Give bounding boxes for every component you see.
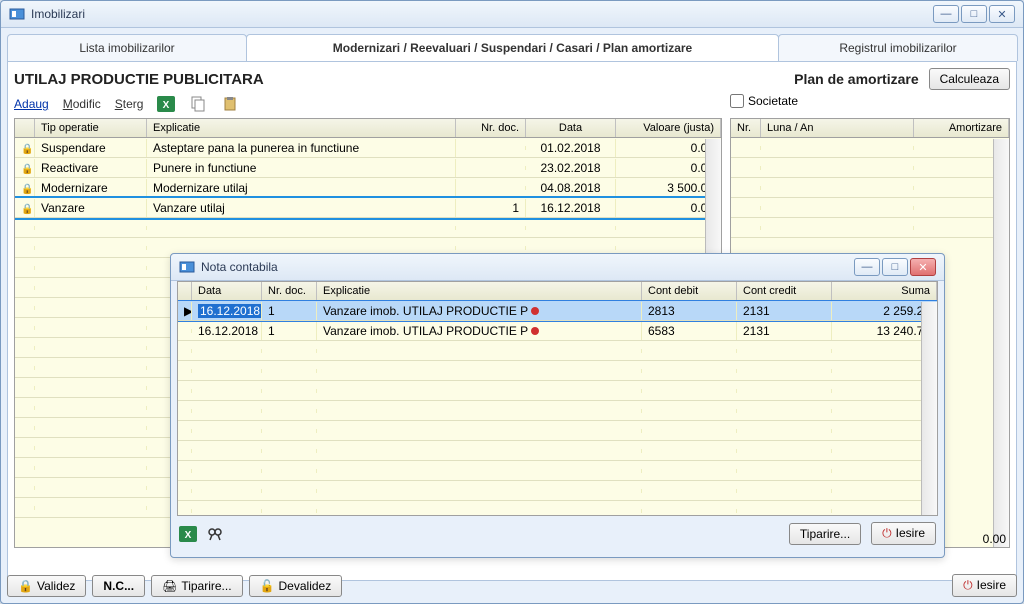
page-title: UTILAJ PRODUCTIE PUBLICITARA <box>14 71 264 88</box>
lock-icon: 🔒 <box>21 164 33 175</box>
app-icon <box>9 6 25 22</box>
status-don <box>531 307 539 315</box>
sterg-link[interactable]: Sterg <box>115 97 144 111</box>
iesire-button[interactable]: ⏻Iesire <box>952 574 1017 597</box>
excel-icon[interactable]: X <box>157 96 175 112</box>
modal-titlebar[interactable]: Nota contabila — □ ✕ <box>171 254 944 281</box>
modal-tiparire-button[interactable]: Tiparire... <box>789 523 861 545</box>
tab-modernizari[interactable]: Modernizari / Reevaluari / Suspendari / … <box>246 34 779 61</box>
copy-icon[interactable] <box>189 96 207 112</box>
table-row[interactable]: 🔒VanzareVanzare utilaj116.12.20180.00 <box>15 198 721 218</box>
modific-link[interactable]: Modific <box>63 97 101 111</box>
table-row[interactable] <box>178 441 937 461</box>
lock-icon: 🔒 <box>21 144 33 155</box>
printer-icon: 🖨 <box>162 579 177 593</box>
table-row[interactable] <box>15 218 721 238</box>
col-nrdoc[interactable]: Nr. doc. <box>456 119 526 137</box>
table-row[interactable] <box>178 381 937 401</box>
app-icon <box>179 259 195 275</box>
maximize-button[interactable]: □ <box>961 5 987 23</box>
col-explicatie[interactable]: Explicatie <box>147 119 456 137</box>
table-row[interactable]: 🔒SuspendareAsteptare pana la punerea in … <box>15 138 721 158</box>
modal-maximize-button[interactable]: □ <box>882 258 908 276</box>
minimize-button[interactable]: — <box>933 5 959 23</box>
table-row[interactable]: 16.12.20181Vanzare imob. UTILAJ PRODUCTI… <box>178 321 937 341</box>
col-amort[interactable]: Amortizare <box>914 119 1009 137</box>
devalidez-button[interactable]: 🔓Devalidez <box>249 575 343 597</box>
plan-heading: Plan de amortizare <box>794 71 919 87</box>
tab-registru[interactable]: Registrul imobilizarilor <box>778 34 1018 61</box>
modal-close-button[interactable]: ✕ <box>910 258 936 276</box>
col-data[interactable]: Data <box>526 119 616 137</box>
col-cont-credit[interactable]: Cont credit <box>737 282 832 300</box>
scrollbar[interactable] <box>921 302 937 515</box>
power-icon: ⏻ <box>882 526 892 540</box>
col-cont-debit[interactable]: Cont debit <box>642 282 737 300</box>
table-row[interactable]: ▶16.12.20181Vanzare imob. UTILAJ PRODUCT… <box>178 301 937 321</box>
calculeaza-button[interactable]: Calculeaza <box>929 68 1010 90</box>
tab-lista[interactable]: Lista imobilizarilor <box>7 34 247 61</box>
table-row[interactable] <box>178 501 937 516</box>
main-title: Imobilizari <box>31 7 933 21</box>
col-tip[interactable]: Tip operatie <box>35 119 147 137</box>
nota-grid[interactable]: Data Nr. doc. Explicatie Cont debit Cont… <box>177 281 938 516</box>
lock-icon: 🔒 <box>18 579 33 593</box>
adaug-link[interactable]: Adaug <box>14 97 49 111</box>
tiparire-button[interactable]: 🖨Tiparire... <box>151 575 242 597</box>
table-row[interactable] <box>178 361 937 381</box>
find-icon[interactable] <box>207 526 223 542</box>
col-nrdoc[interactable]: Nr. doc. <box>262 282 317 300</box>
table-row[interactable]: 🔒ModernizareModernizare utilaj04.08.2018… <box>15 178 721 198</box>
svg-text:X: X <box>185 530 192 541</box>
col-explicatie[interactable]: Explicatie <box>317 282 642 300</box>
modal-title: Nota contabila <box>201 260 854 274</box>
table-row[interactable] <box>178 401 937 421</box>
col-valoare[interactable]: Valoare (justa) <box>616 119 721 137</box>
svg-text:X: X <box>163 100 170 111</box>
col-suma[interactable]: Suma <box>832 282 937 300</box>
table-row[interactable]: 🔒ReactivarePunere in functiune23.02.2018… <box>15 158 721 178</box>
validez-button[interactable]: 🔒Validez <box>7 575 86 597</box>
excel-icon[interactable]: X <box>179 526 197 542</box>
table-row[interactable] <box>178 421 937 441</box>
tab-bar: Lista imobilizarilor Modernizari / Reeva… <box>7 34 1017 61</box>
modal-minimize-button[interactable]: — <box>854 258 880 276</box>
scrollbar[interactable] <box>993 139 1009 547</box>
unlock-icon: 🔓 <box>260 579 275 593</box>
lock-icon: 🔒 <box>21 204 33 215</box>
main-titlebar[interactable]: Imobilizari — □ ✕ <box>1 1 1023 28</box>
table-row[interactable] <box>178 341 937 361</box>
power-icon: ⏻ <box>963 578 973 592</box>
bottom-bar: 🔒Validez N.C... 🖨Tiparire... 🔓Devalidez … <box>7 574 1017 597</box>
societate-label: Societate <box>748 94 798 108</box>
amort-total: 0.00 <box>983 532 1006 546</box>
table-row[interactable] <box>178 481 937 501</box>
lock-icon: 🔒 <box>21 184 33 195</box>
nc-button[interactable]: N.C... <box>92 575 145 597</box>
paste-icon[interactable] <box>221 96 239 112</box>
col-luna[interactable]: Luna / An <box>761 119 914 137</box>
table-row[interactable] <box>178 461 937 481</box>
modal-iesire-button[interactable]: ⏻Iesire <box>871 522 936 545</box>
col-nr[interactable]: Nr. <box>731 119 761 137</box>
close-button[interactable]: ✕ <box>989 5 1015 23</box>
societate-checkbox[interactable] <box>730 94 744 108</box>
toolbar: Adaug Modific Sterg X <box>14 96 722 112</box>
societate-checkbox-row: Societate <box>730 94 1010 108</box>
nota-contabila-dialog: Nota contabila — □ ✕ Data Nr. doc. Expli… <box>170 253 945 558</box>
status-don <box>531 327 539 335</box>
col-data[interactable]: Data <box>192 282 262 300</box>
